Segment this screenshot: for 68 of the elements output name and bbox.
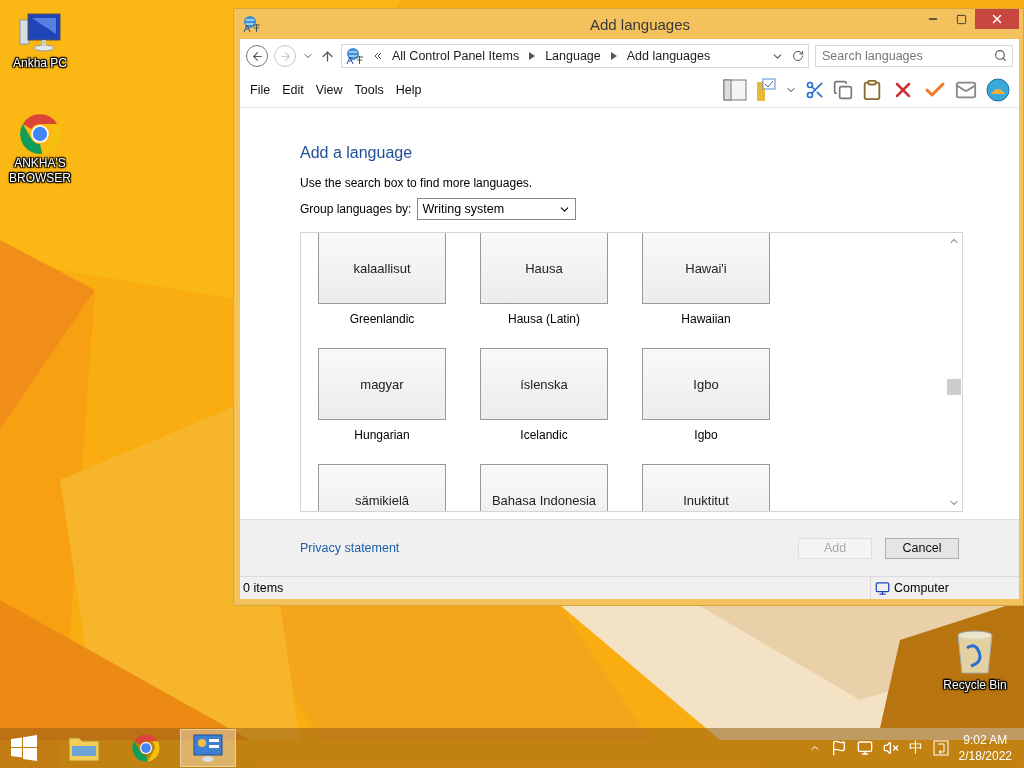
back-arrow-icon	[250, 49, 264, 63]
envelope-icon[interactable]	[955, 79, 977, 101]
language-tile[interactable]: sämikielâ	[318, 464, 446, 511]
language-tile[interactable]: íslenska	[480, 348, 608, 420]
group-by-dropdown[interactable]: Writing system	[417, 198, 577, 220]
location-label: Computer	[894, 581, 949, 595]
up-button[interactable]	[320, 48, 335, 64]
windows-logo-icon	[11, 735, 37, 761]
language-name: Greenlandic	[349, 312, 415, 327]
menu-item[interactable]: Edit	[276, 83, 310, 97]
menu-item[interactable]: Tools	[348, 83, 390, 97]
close-icon	[990, 12, 1004, 26]
folder-icon	[68, 734, 100, 762]
close-button[interactable]	[975, 9, 1019, 29]
language-tile[interactable]: Hawai'i	[642, 233, 770, 304]
copy-icon[interactable]	[833, 80, 853, 100]
language-tile[interactable]: Bahasa Indonesia	[480, 464, 608, 511]
language-name: Hausa (Latin)	[507, 312, 580, 327]
language-tile[interactable]: magyar	[318, 348, 446, 420]
control-panel-icon	[193, 733, 223, 763]
scrollbar-thumb[interactable]	[947, 379, 961, 395]
chevrons-icon	[374, 52, 382, 60]
privacy-link[interactable]: Privacy statement	[300, 541, 400, 555]
instruction-text: Use the search box to find more languages.	[300, 176, 534, 190]
chrome-icon	[131, 733, 161, 763]
language-icon	[346, 47, 364, 65]
page-heading: Add a language	[300, 144, 414, 162]
language-name: Hawaiian	[681, 312, 731, 327]
globe-icon[interactable]	[985, 77, 1011, 103]
breadcrumb[interactable]: All Control Panel Items	[392, 49, 520, 63]
language-name: Igbo	[694, 428, 718, 443]
search-field[interactable]: Search languages	[815, 45, 1013, 67]
folder-check-icon[interactable]	[755, 78, 777, 102]
layout-pane-icon[interactable]	[723, 79, 747, 101]
item-count: 0 items	[242, 581, 284, 595]
cut-icon[interactable]	[805, 80, 825, 100]
language-name: Hungarian	[354, 428, 410, 443]
breadcrumb-arrow-icon	[529, 52, 536, 60]
language-name: Icelandic	[520, 428, 568, 443]
keyboard-mode-icon[interactable]	[932, 740, 949, 756]
language-icon	[243, 15, 261, 33]
maximize-icon	[955, 13, 967, 25]
window-title: Add languages	[588, 16, 692, 33]
menu-item[interactable]: File	[244, 83, 277, 97]
language-tile[interactable]: kalaallisut	[318, 233, 446, 304]
cancel-button[interactable]: Cancel	[885, 537, 959, 559]
language-tile[interactable]: Igbo	[642, 348, 770, 420]
breadcrumb[interactable]: Add languages	[626, 49, 711, 63]
menu-item[interactable]: View	[309, 83, 349, 97]
breadcrumb[interactable]: Language	[545, 49, 601, 63]
forward-button[interactable]	[274, 45, 296, 67]
volume-muted-icon[interactable]	[882, 740, 899, 756]
paste-icon[interactable]	[861, 79, 883, 101]
forward-arrow-icon	[278, 49, 292, 63]
language-tile[interactable]: Inuktitut	[642, 464, 770, 511]
language-tile[interactable]: Hausa	[480, 233, 608, 304]
breadcrumb-arrow-icon	[610, 52, 617, 60]
desktop-icon-label[interactable]: Recycle Bin	[941, 678, 1009, 693]
computer-icon	[875, 580, 890, 596]
flag-icon[interactable]	[830, 740, 847, 756]
taskbar-app[interactable]	[180, 729, 236, 767]
menu-item[interactable]: Help	[389, 83, 428, 97]
address-bar[interactable]: All Control Panel Items Language Add languages	[341, 44, 809, 68]
group-by-label: Group languages by:	[300, 202, 412, 216]
chrome-icon	[18, 112, 62, 156]
search-icon	[994, 49, 1007, 62]
refresh-icon[interactable]	[792, 50, 804, 62]
back-button[interactable]	[246, 45, 268, 67]
